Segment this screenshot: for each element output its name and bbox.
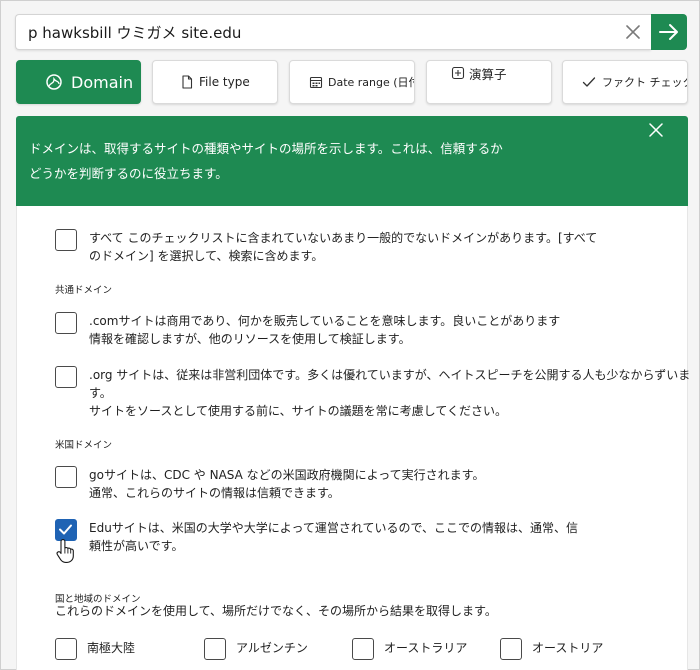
checkbox-region-australia[interactable]: [352, 638, 374, 660]
info-banner: ドメインは、取得するサイトの種類やサイトの場所を示します。これは、信頼するか ど…: [16, 116, 688, 206]
operators-button-label: 演算子: [469, 66, 507, 82]
checkbox-all-domains[interactable]: [55, 229, 77, 251]
option-org-line-1: .org サイトは、従来は非営利団体です。多くは優れていますが、ヘイトスピーチを…: [89, 368, 691, 400]
domain-icon: [46, 74, 62, 90]
file-type-button[interactable]: File type: [152, 60, 278, 104]
domain-button[interactable]: Domain: [16, 60, 141, 104]
country-domains-description: これらのドメインを使用して、場所だけでなく、その場所から結果を取得します。: [55, 604, 497, 618]
search-input[interactable]: [28, 15, 608, 49]
hand-cursor-icon: [56, 539, 74, 563]
option-all-domains-text: すべて このチェックリストに含まれていないあまり一般的でないドメインがあります。…: [89, 229, 597, 265]
checkbox-com[interactable]: [55, 312, 77, 334]
option-edu-line-1: Eduサイトは、米国の大学や大学によって運営されているので、ここでの情報は、通常…: [89, 521, 579, 535]
common-domains-header: 共通ドメイン: [55, 285, 113, 296]
option-edu-line-2: 頼性が高いです。: [89, 539, 184, 553]
region-label-austria: オーストリア: [532, 641, 604, 655]
region-label-australia: オーストラリア: [384, 641, 468, 655]
file-type-button-label: File type: [199, 75, 250, 89]
plus-box-icon: [451, 66, 465, 80]
arrow-right-icon: [659, 24, 678, 40]
search-go-button[interactable]: [651, 14, 687, 50]
option-com-line-2: 情報を確認しますが、他のリソースを使用して検証します。: [89, 332, 411, 346]
file-icon: [182, 75, 193, 89]
option-all-line-1: すべて このチェックリストに含まれていないあまり一般的でないドメインがあります。…: [89, 231, 598, 245]
option-com-line-1: .comサイトは商用であり、何かを販売していることを意味します。良いことがありま…: [89, 314, 561, 328]
search-box: [15, 14, 651, 50]
fact-check-button-label: ファクト チェック: [602, 76, 688, 89]
checkbox-region-argentina[interactable]: [204, 638, 226, 660]
close-banner-icon[interactable]: [648, 122, 664, 138]
fact-check-button[interactable]: ファクト チェック: [562, 60, 688, 104]
info-banner-line-1: ドメインは、取得するサイトの種類やサイトの場所を示します。これは、信頼するか: [29, 141, 503, 156]
option-gov-line-1: goサイトは、CDC や NASA などの米国政府機関によって実行されます。: [89, 468, 485, 482]
option-gov-text: goサイトは、CDC や NASA などの米国政府機関によって実行されます。 通…: [89, 466, 484, 502]
domain-button-label: Domain: [71, 72, 134, 92]
option-edu-text: Eduサイトは、米国の大学や大学によって運営されているので、ここでの情報は、通常…: [89, 519, 578, 555]
info-banner-text: ドメインは、取得するサイトの種類やサイトの場所を示します。これは、信頼するか ど…: [29, 136, 549, 186]
region-label-antarctica: 南極大陸: [87, 641, 136, 655]
option-org-line-2: サイトをソースとして使用する前に、サイトの議題を常に考慮してください。: [89, 404, 507, 418]
checkbox-region-austria[interactable]: [500, 638, 522, 660]
region-label-argentina: アルゼンチン: [236, 641, 308, 655]
checkmark-icon: [59, 524, 72, 535]
option-all-line-2: のドメイン] を選択して、検索に含めます。: [89, 249, 324, 263]
us-domains-header: 米国ドメイン: [55, 440, 113, 451]
info-banner-line-2: どうかを判断するのに役立ちます。: [29, 166, 228, 181]
option-com-text: .comサイトは商用であり、何かを販売していることを意味します。良いことがありま…: [89, 312, 560, 348]
option-org-text: .org サイトは、従来は非営利団体です。多くは優れていますが、ヘイトスピーチを…: [89, 366, 699, 420]
checkbox-region-antarctica[interactable]: [55, 638, 77, 660]
date-range-button-label: Date range (日付範囲: [328, 76, 414, 89]
date-range-button[interactable]: Date range (日付範囲: [289, 60, 415, 104]
checkbox-gov[interactable]: [55, 466, 77, 488]
checkmark-icon: [582, 77, 596, 87]
clear-search-icon[interactable]: [624, 23, 642, 41]
app-frame: Domain File type Date range (日付範囲 演算子 ファ…: [0, 0, 700, 670]
option-gov-line-2: 通常、これらのサイトの情報は信頼できます。: [89, 486, 340, 500]
operators-button[interactable]: 演算子: [426, 60, 552, 104]
calendar-icon: [309, 76, 323, 89]
checkbox-org[interactable]: [55, 366, 77, 388]
